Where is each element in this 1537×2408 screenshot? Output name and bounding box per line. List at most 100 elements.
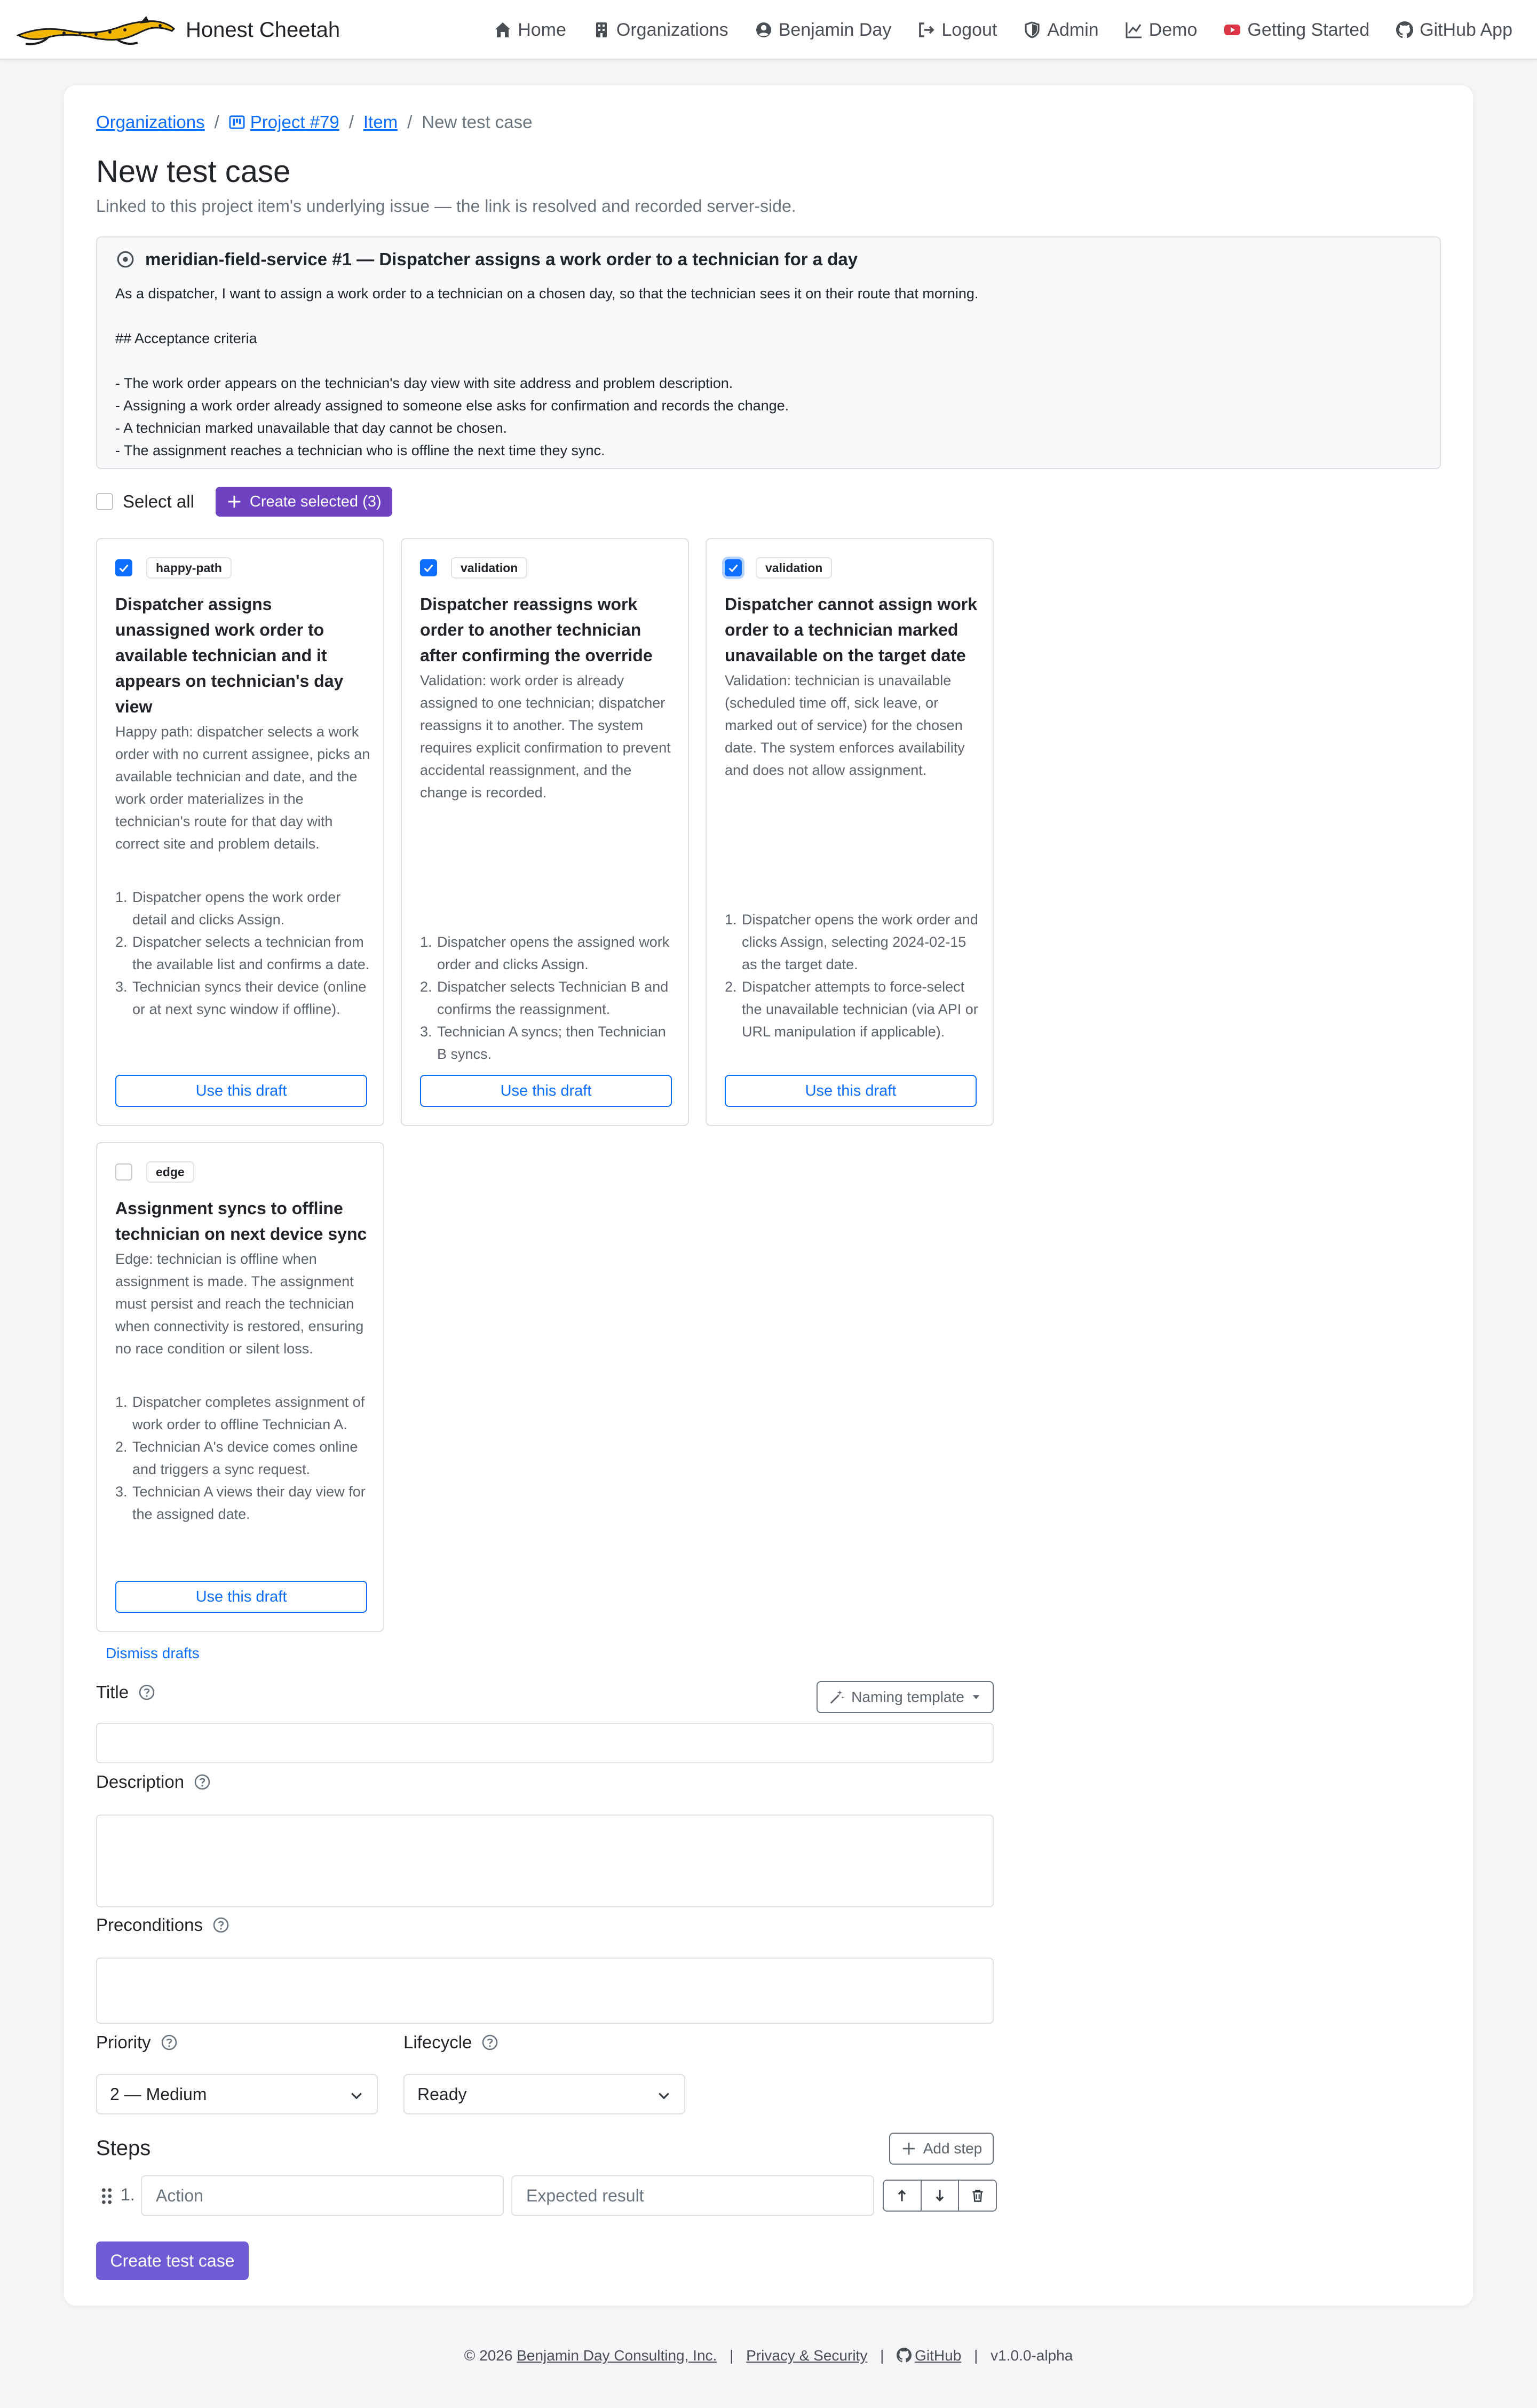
steps-heading: Steps bbox=[96, 2136, 151, 2160]
title-label: Title bbox=[96, 1682, 155, 1702]
footer-privacy-link[interactable]: Privacy & Security bbox=[746, 2347, 867, 2364]
create-test-case-button[interactable]: Create test case bbox=[96, 2241, 249, 2280]
draft-tag: happy-path bbox=[146, 557, 232, 579]
create-selected-label: Create selected (3) bbox=[249, 493, 382, 510]
brand-name: Honest Cheetah bbox=[186, 18, 340, 42]
draft-card: edge Assignment syncs to offline technic… bbox=[96, 1142, 384, 1632]
draft-step: 1. Dispatcher opens the assigned work ord… bbox=[420, 934, 670, 972]
step-expected-input[interactable]: Expected result bbox=[511, 2175, 874, 2216]
select-all-checkbox[interactable] bbox=[96, 493, 113, 510]
draft-steps: 1. Dispatcher opens the work order and cl… bbox=[725, 908, 981, 1043]
priority-label: Priority bbox=[96, 2032, 178, 2053]
issue-title: meridian-field-service #1 — Dispatcher a… bbox=[145, 249, 858, 269]
draft-title: Assignment syncs to offline technician o… bbox=[115, 1199, 367, 1243]
use-draft-button[interactable]: Use this draft bbox=[420, 1075, 672, 1107]
breadcrumb-organizations-link[interactable]: Organizations bbox=[96, 112, 205, 132]
draft-card: happy-path Dispatcher assigns unassigned… bbox=[96, 538, 384, 1126]
breadcrumb-project-link[interactable]: Project #79 bbox=[250, 112, 339, 132]
footer-copyright: © 2026 bbox=[464, 2347, 513, 2364]
graph-icon bbox=[1126, 22, 1142, 38]
nav-home[interactable]: Home bbox=[494, 20, 566, 41]
nav-getting-started[interactable]: Getting Started bbox=[1224, 20, 1369, 41]
cheetah-logo-icon bbox=[16, 16, 176, 45]
breadcrumb-project: Project #79 bbox=[229, 112, 339, 132]
preconditions-textarea[interactable] bbox=[96, 1958, 994, 2024]
draft-step: 3. Technician A views their day view for … bbox=[115, 1484, 366, 1522]
breadcrumb: Organizations / Project #79 / Item / New… bbox=[96, 112, 533, 132]
footer-company-link[interactable]: Benjamin Day Consulting, Inc. bbox=[517, 2347, 717, 2364]
page-title: New test case bbox=[96, 154, 291, 189]
lifecycle-select[interactable]: Ready bbox=[403, 2074, 685, 2114]
step-row: 1. Action Expected result bbox=[96, 2175, 997, 2216]
naming-template-button[interactable]: Naming template bbox=[817, 1681, 994, 1713]
plus-icon bbox=[228, 495, 241, 508]
check-icon bbox=[424, 564, 433, 573]
breadcrumb-item-link[interactable]: Item bbox=[363, 112, 398, 132]
person-circle-icon bbox=[756, 22, 771, 37]
use-draft-button[interactable]: Use this draft bbox=[115, 1581, 367, 1613]
nav-logout[interactable]: Logout bbox=[918, 20, 997, 41]
kanban-icon bbox=[229, 115, 245, 129]
question-circle-icon[interactable] bbox=[161, 2034, 178, 2051]
draft-step: 1. Dispatcher completes assignment of wor… bbox=[115, 1394, 365, 1432]
question-circle-icon[interactable] bbox=[481, 2034, 498, 2051]
question-circle-icon[interactable] bbox=[138, 1684, 155, 1701]
draft-step: 2. Dispatcher selects Technician B and co… bbox=[420, 979, 669, 1017]
question-circle-icon[interactable] bbox=[212, 1916, 229, 1934]
drag-handle-icon[interactable] bbox=[100, 2187, 113, 2205]
breadcrumb-current: New test case bbox=[422, 112, 533, 132]
dismiss-drafts-link[interactable]: Dismiss drafts bbox=[106, 1645, 200, 1662]
issue-opened-icon bbox=[117, 251, 134, 268]
brand-logo-link[interactable]: Honest Cheetah bbox=[16, 12, 340, 49]
draft-checkbox[interactable] bbox=[115, 559, 132, 576]
logout-icon bbox=[919, 22, 934, 37]
building-icon bbox=[596, 22, 607, 37]
nav-github-app[interactable]: GitHub App bbox=[1396, 20, 1512, 41]
check-icon bbox=[728, 564, 738, 573]
issue-body: As a dispatcher, I want to assign a work… bbox=[115, 286, 979, 458]
draft-description: Happy path: dispatcher selects a work or… bbox=[115, 724, 370, 852]
nav-demo[interactable]: Demo bbox=[1126, 19, 1198, 41]
title-input[interactable] bbox=[96, 1723, 994, 1763]
use-draft-button[interactable]: Use this draft bbox=[115, 1075, 367, 1107]
draft-description: Validation: work order is already assign… bbox=[420, 672, 671, 801]
draft-description: Edge: technician is offline when assignm… bbox=[115, 1251, 364, 1357]
move-step-down-button[interactable] bbox=[921, 2181, 960, 2211]
draft-checkbox[interactable] bbox=[420, 559, 437, 576]
main-card: Organizations / Project #79 / Item / New… bbox=[64, 85, 1473, 2306]
description-label: Description bbox=[96, 1772, 211, 1792]
select-all-label: Select all bbox=[123, 492, 194, 511]
draft-title: Dispatcher cannot assign work order to a… bbox=[725, 595, 978, 665]
delete-step-button[interactable] bbox=[959, 2181, 996, 2211]
nav-organizations[interactable]: Organizations bbox=[593, 20, 728, 41]
use-draft-button[interactable]: Use this draft bbox=[725, 1075, 977, 1107]
draft-checkbox[interactable] bbox=[725, 559, 742, 576]
breadcrumb-separator: / bbox=[407, 112, 413, 132]
trash-icon bbox=[972, 2190, 983, 2202]
youtube-icon bbox=[1224, 25, 1241, 35]
page-footer: © 2026 Benjamin Day Consulting, Inc. | P… bbox=[0, 2347, 1537, 2364]
nav-demo-label: Demo bbox=[1148, 19, 1198, 40]
draft-step: 3. Technician syncs their device (online … bbox=[115, 979, 367, 1017]
create-selected-button[interactable]: Create selected (3) bbox=[215, 487, 392, 517]
description-label-text: Description bbox=[96, 1772, 185, 1792]
draft-checkbox[interactable] bbox=[115, 1163, 132, 1181]
nav-user[interactable]: Benjamin Day bbox=[755, 20, 891, 41]
draft-steps: 1. Dispatcher opens the work order detail… bbox=[115, 886, 371, 1020]
draft-step: 2. Dispatcher selects a technician from t… bbox=[115, 934, 370, 972]
breadcrumb-separator: / bbox=[348, 112, 354, 132]
move-step-up-button[interactable] bbox=[884, 2181, 922, 2211]
step-number: 1. bbox=[121, 2185, 135, 2204]
step-action-input[interactable]: Action bbox=[141, 2175, 504, 2216]
shield-icon bbox=[1025, 21, 1040, 38]
nav-admin[interactable]: Admin bbox=[1024, 20, 1099, 41]
description-textarea[interactable] bbox=[96, 1815, 994, 1907]
breadcrumb-separator: / bbox=[214, 112, 219, 132]
caret-down-icon bbox=[972, 1695, 980, 1699]
footer-github-link[interactable]: GitHub bbox=[915, 2347, 961, 2364]
chevron-down-icon bbox=[351, 2093, 362, 2100]
priority-select[interactable]: 2 — Medium bbox=[96, 2074, 378, 2114]
question-circle-icon[interactable] bbox=[194, 1773, 211, 1791]
add-step-button[interactable]: Add step bbox=[889, 2133, 994, 2165]
draft-title: Dispatcher reassigns work order to anoth… bbox=[420, 595, 653, 665]
